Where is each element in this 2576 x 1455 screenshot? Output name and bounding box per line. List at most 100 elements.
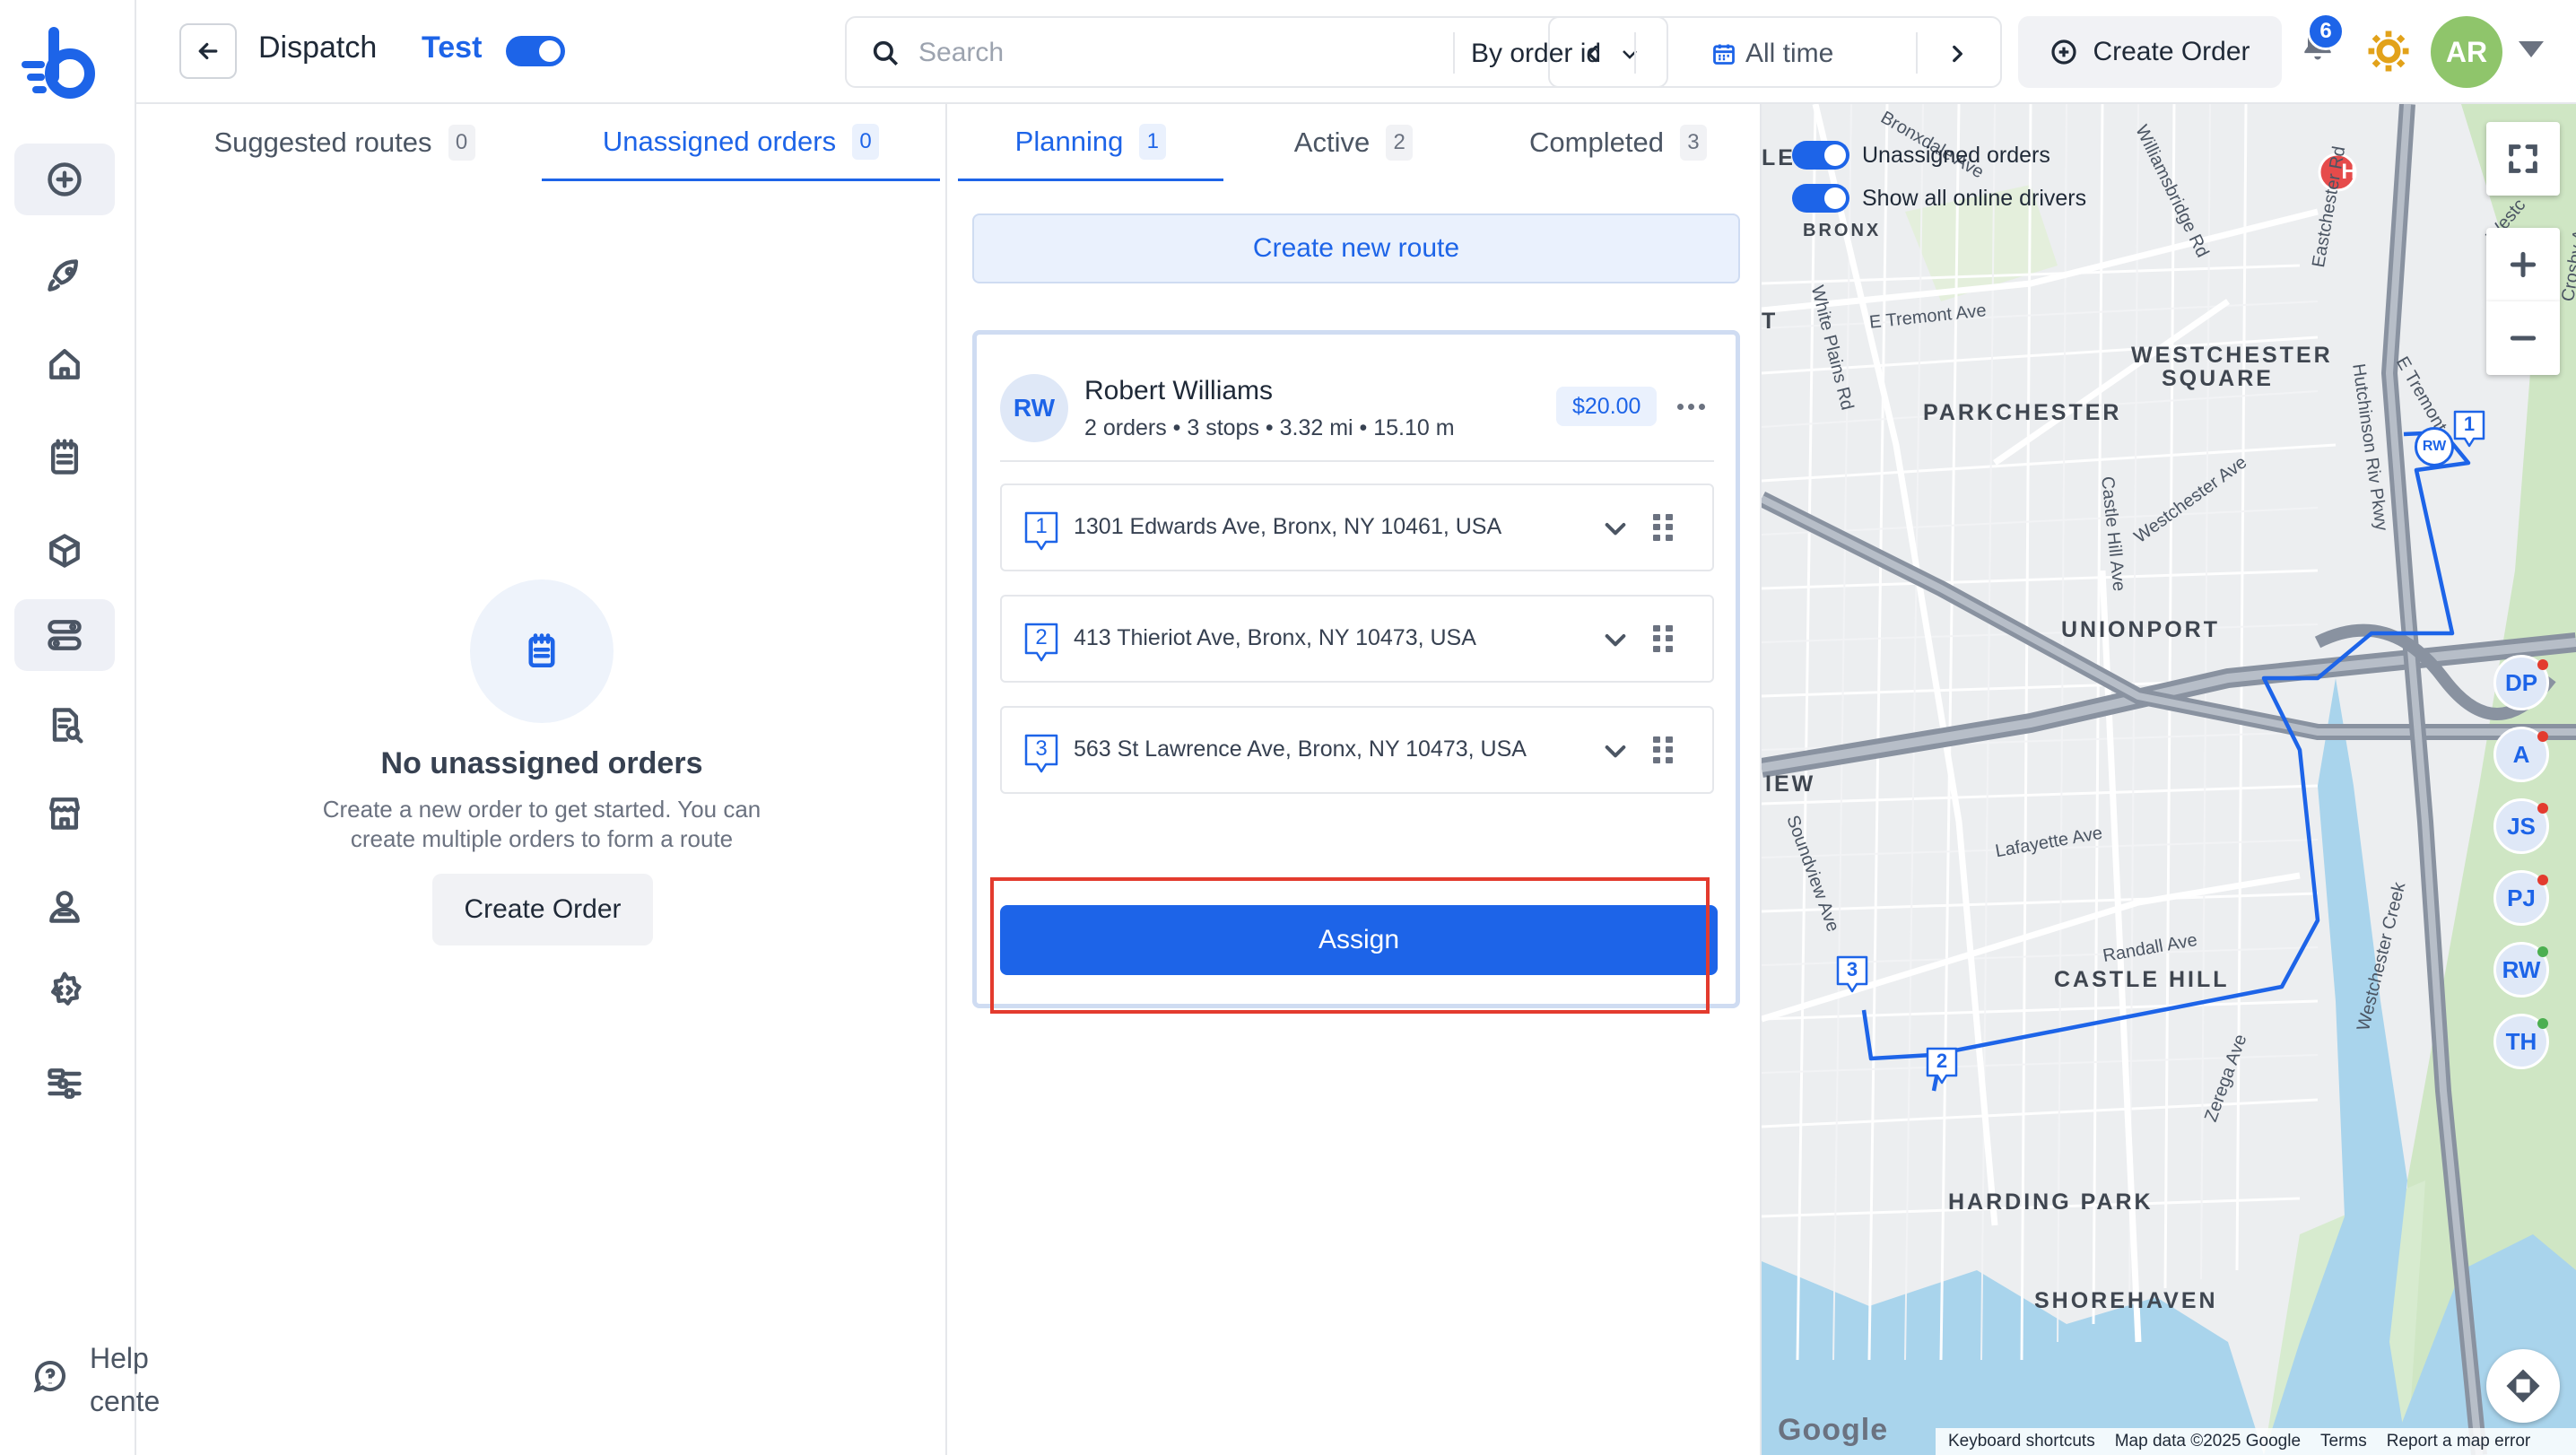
report-error-link[interactable]: Report a map error bbox=[2387, 1432, 2531, 1451]
create-new-route-button[interactable]: Create new route bbox=[972, 213, 1740, 283]
report-icon bbox=[52, 708, 83, 744]
zoom-out-button[interactable] bbox=[2486, 301, 2560, 375]
status-dot bbox=[2537, 659, 2548, 670]
map[interactable]: H BRONX WESTCHESTER SQUARE PARKCHESTER U… bbox=[1762, 104, 2576, 1455]
nav-drivers[interactable] bbox=[14, 870, 115, 942]
recenter-button[interactable] bbox=[2486, 1349, 2560, 1423]
nav-developer[interactable] bbox=[14, 954, 115, 1026]
status-dot bbox=[2537, 803, 2548, 814]
empty-create-order-button[interactable]: Create Order bbox=[432, 874, 653, 945]
neighborhood-label: SHOREHAVEN bbox=[2034, 1288, 2218, 1313]
tab-unassigned-orders[interactable]: Unassigned orders 0 bbox=[542, 104, 940, 181]
stop-row[interactable]: 3 563 St Lawrence Ave, Bronx, NY 10473, … bbox=[1000, 706, 1714, 794]
online-drivers-toggle[interactable]: Show all online drivers bbox=[1792, 183, 2086, 213]
drag-handle-icon[interactable] bbox=[1653, 736, 1673, 763]
tab-count: 1 bbox=[1139, 123, 1167, 160]
driver-chip[interactable]: RW bbox=[2493, 942, 2549, 998]
terms-link[interactable]: Terms bbox=[2320, 1432, 2367, 1451]
tab-planning[interactable]: Planning 1 bbox=[958, 104, 1223, 181]
neighborhood-label: T bbox=[1762, 309, 1779, 334]
app-logo[interactable] bbox=[18, 27, 99, 99]
tab-count: 0 bbox=[852, 123, 880, 160]
nav-reports[interactable] bbox=[14, 689, 115, 761]
tab-label: Suggested routes bbox=[213, 126, 432, 158]
nav-packages[interactable] bbox=[14, 515, 115, 587]
expand-stop-button[interactable] bbox=[1601, 514, 1630, 543]
nav-routes[interactable] bbox=[14, 599, 115, 671]
create-order-label: Create Order bbox=[2093, 37, 2250, 66]
date-range-button[interactable]: All time bbox=[1711, 36, 1833, 72]
help-center-link[interactable]: Help center bbox=[32, 1337, 160, 1426]
tab-label: Active bbox=[1293, 126, 1371, 158]
tab-active[interactable]: Active 2 bbox=[1223, 104, 1484, 181]
driver-position-marker[interactable]: RW bbox=[2415, 427, 2454, 466]
neighborhood-label: HARDING PARK bbox=[1948, 1189, 2154, 1215]
sun-icon bbox=[2368, 30, 2409, 72]
expand-stop-button[interactable] bbox=[1601, 736, 1630, 765]
nav-home[interactable] bbox=[14, 328, 115, 400]
chevron-down-icon bbox=[1605, 523, 1626, 536]
tab-label: Completed bbox=[1529, 126, 1664, 158]
minus-icon bbox=[2510, 335, 2537, 341]
route-card[interactable]: RW Robert Williams 2 orders • 3 stops • … bbox=[972, 330, 1740, 1008]
search-box: By order id bbox=[845, 16, 1668, 88]
tab-completed[interactable]: Completed 3 bbox=[1484, 104, 1753, 181]
developer-icon bbox=[50, 971, 82, 1006]
stop-row[interactable]: 2 413 Thieriot Ave, Bronx, NY 10473, USA bbox=[1000, 595, 1714, 683]
search-input[interactable] bbox=[918, 30, 1241, 75]
keyboard-shortcuts-link[interactable]: Keyboard shortcuts bbox=[1948, 1432, 2095, 1451]
tab-label: Unassigned orders bbox=[602, 125, 837, 157]
expand-stop-button[interactable] bbox=[1601, 625, 1630, 654]
create-order-button[interactable]: Create Order bbox=[2018, 16, 2282, 88]
driver-chip[interactable]: A bbox=[2493, 727, 2549, 782]
zoom-in-button[interactable] bbox=[2486, 228, 2560, 301]
back-button[interactable] bbox=[179, 23, 237, 79]
fullscreen-button[interactable] bbox=[2486, 122, 2560, 196]
toggle-label: Unassigned orders bbox=[1862, 142, 2050, 168]
driver-chip[interactable]: TH bbox=[2493, 1014, 2549, 1069]
tab-suggested-routes[interactable]: Suggested routes 0 bbox=[147, 104, 542, 181]
stop-marker[interactable]: 1 bbox=[2452, 409, 2486, 449]
sidebar: Help center bbox=[0, 0, 160, 1455]
nav-settings[interactable] bbox=[14, 1048, 115, 1120]
search-icon bbox=[873, 40, 899, 66]
toggle-switch[interactable] bbox=[1792, 184, 1849, 213]
stop-row[interactable]: 1 1301 Edwards Ave, Bronx, NY 10461, USA bbox=[1000, 484, 1714, 571]
stop-marker[interactable]: 3 bbox=[1835, 954, 1869, 994]
driver-chip[interactable]: JS bbox=[2493, 798, 2549, 854]
assign-button[interactable]: Assign bbox=[1000, 905, 1718, 975]
user-avatar[interactable]: AR bbox=[2431, 16, 2502, 88]
nav-orders[interactable] bbox=[14, 422, 115, 493]
driver-chip[interactable]: DP bbox=[2493, 655, 2549, 710]
nav-stores[interactable] bbox=[14, 777, 115, 849]
drag-handle-icon[interactable] bbox=[1653, 625, 1673, 652]
caret-down-icon[interactable] bbox=[2519, 41, 2544, 57]
toggle-switch[interactable] bbox=[1792, 141, 1849, 170]
status-dot bbox=[2537, 946, 2548, 957]
unassigned-orders-toggle[interactable]: Unassigned orders bbox=[1792, 140, 2050, 170]
add-nav-button[interactable] bbox=[14, 144, 115, 215]
date-range-label: All time bbox=[1745, 39, 1834, 68]
date-next-button[interactable] bbox=[1939, 36, 1975, 72]
page-title: Dispatch bbox=[258, 30, 378, 65]
neighborhood-label: LE bbox=[1762, 145, 1796, 170]
clipboard-icon bbox=[528, 633, 555, 668]
header: Dispatch Test By order id All time Creat… bbox=[136, 0, 2576, 104]
test-mode-toggle[interactable] bbox=[506, 36, 565, 66]
routes-tabs: Planning 1 Active 2 Completed 3 bbox=[958, 104, 1753, 181]
nav-launch[interactable] bbox=[14, 240, 115, 312]
more-options-button[interactable] bbox=[1673, 390, 1709, 423]
theme-toggle[interactable] bbox=[2364, 27, 2413, 75]
driver-initials: PJ bbox=[2507, 884, 2536, 911]
environment-label: Test bbox=[422, 30, 483, 65]
driver-icon bbox=[49, 891, 80, 923]
driver-chip[interactable]: PJ bbox=[2493, 870, 2549, 926]
drag-handle-icon[interactable] bbox=[1653, 514, 1673, 541]
plus-circle-icon bbox=[2051, 39, 2077, 65]
map-data-label: Map data ©2025 Google bbox=[2114, 1432, 2302, 1451]
date-prev-button[interactable] bbox=[1575, 36, 1611, 72]
stop-marker[interactable]: 2 bbox=[1925, 1046, 1959, 1085]
routes-icon bbox=[48, 620, 82, 650]
map-base bbox=[1762, 104, 2576, 1455]
empty-state-title: No unassigned orders bbox=[380, 746, 703, 780]
